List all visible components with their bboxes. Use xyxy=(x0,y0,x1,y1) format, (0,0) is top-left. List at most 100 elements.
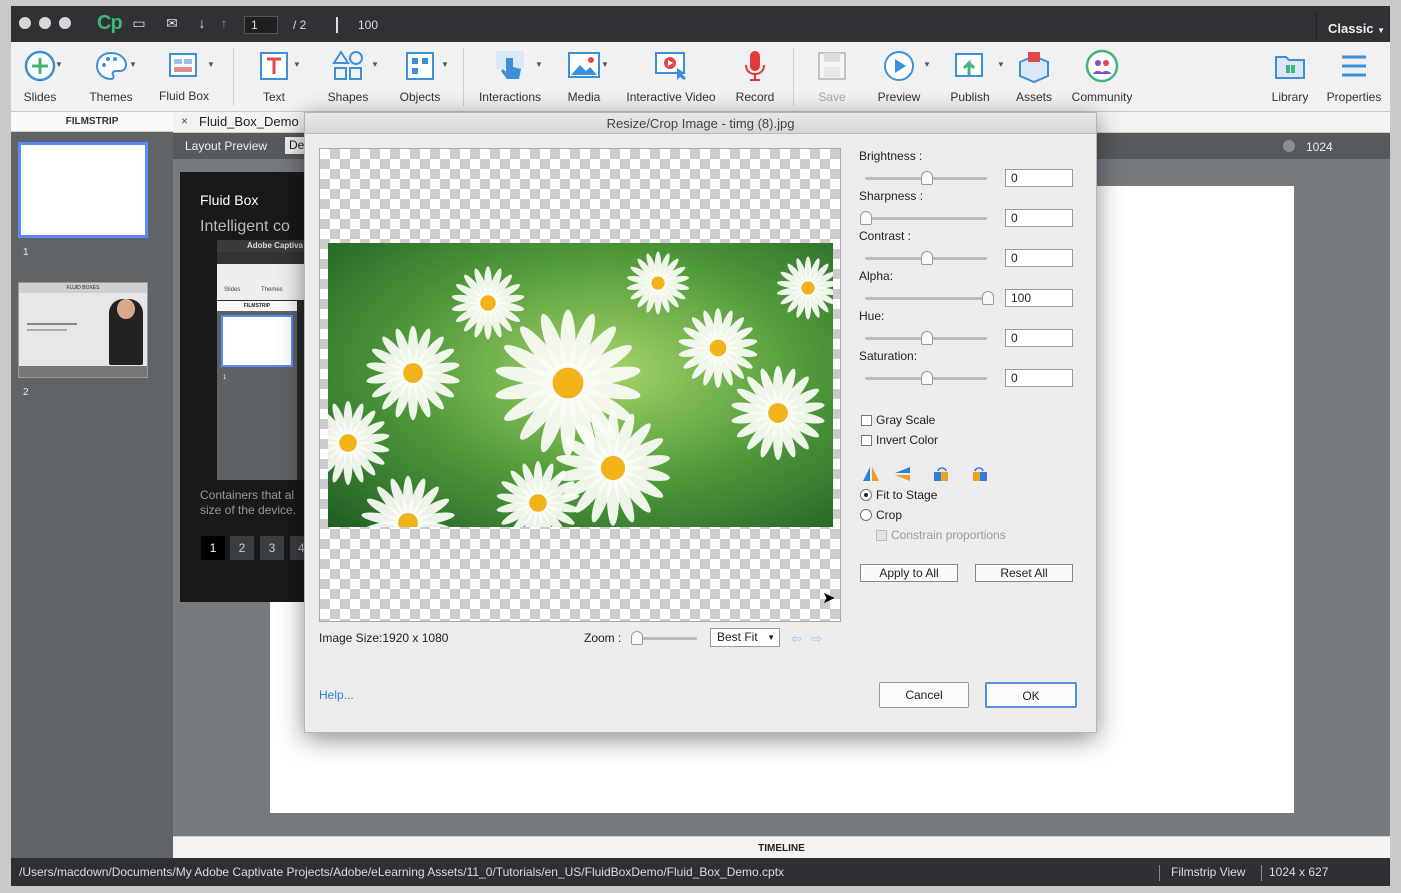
arrow-up-icon[interactable]: ↑ xyxy=(216,15,232,31)
zoom-select[interactable]: Best Fit ▼ xyxy=(710,628,780,647)
zoom-window-button[interactable] xyxy=(59,17,71,29)
gray-scale-label: Gray Scale xyxy=(876,413,936,427)
gray-scale-checkbox[interactable] xyxy=(861,415,872,426)
title-bar: Cp ▭ ✉ ↓ ↑ 1 / 2 100 Classic ▼ xyxy=(11,6,1390,48)
flip-vertical-icon[interactable] xyxy=(893,466,911,482)
arrow-left-icon[interactable]: ⇦ xyxy=(791,631,802,647)
slide-thumbnail-2[interactable]: FLUID BOXES xyxy=(18,282,148,378)
adjust-label: Brightness : xyxy=(859,149,923,163)
adjust-slider-thumb[interactable] xyxy=(921,171,933,185)
close-window-button[interactable] xyxy=(19,17,31,29)
properties-icon xyxy=(1342,55,1366,77)
arrow-down-icon[interactable]: ↓ xyxy=(194,15,210,31)
adjust-slider-track[interactable] xyxy=(865,297,987,300)
arrow-right-icon[interactable]: ⇨ xyxy=(811,631,822,647)
library-button[interactable]: Library xyxy=(1267,42,1313,112)
adjust-slider-thumb[interactable] xyxy=(921,331,933,345)
filmstrip-panel: 1 FLUID BOXES 2 xyxy=(11,132,173,858)
adjust-value-field[interactable]: 0 xyxy=(1005,369,1073,387)
community-button[interactable]: Community xyxy=(1067,42,1137,112)
themes-label: Themes xyxy=(89,90,133,104)
cancel-button[interactable]: Cancel xyxy=(879,682,969,708)
publish-button[interactable]: Publish ▼ xyxy=(943,42,1005,112)
interactions-label: Interactions xyxy=(478,90,542,104)
preview-button[interactable]: Preview ▼ xyxy=(873,42,931,112)
text-button[interactable]: Text ▼ xyxy=(249,42,301,112)
media-button[interactable]: Media ▼ xyxy=(559,42,609,112)
image-icon xyxy=(568,52,600,78)
shapes-button[interactable]: Shapes ▼ xyxy=(321,42,379,112)
invert-color-checkbox[interactable] xyxy=(861,435,872,446)
plus-circle-icon xyxy=(24,50,56,82)
adjust-value-field[interactable]: 0 xyxy=(1005,329,1073,347)
fluid-box-button[interactable]: Fluid Box ▼ xyxy=(153,42,215,112)
slide-body-line: size of the device. xyxy=(200,503,297,517)
save-button[interactable]: Save xyxy=(809,42,855,112)
interactions-button[interactable]: Interactions ▼ xyxy=(475,42,545,112)
captivate-logo: Cp xyxy=(97,12,123,34)
zoom-value[interactable]: 100 xyxy=(358,18,378,32)
tab-fluid-box-demo[interactable]: Fluid_Box_Demo xyxy=(199,114,299,129)
adjust-slider-thumb[interactable] xyxy=(982,291,994,305)
mouse-cursor-icon: ➤ xyxy=(822,590,836,607)
adjust-label: Saturation: xyxy=(859,349,918,363)
slide-title: Fluid Box xyxy=(200,192,259,208)
slide-thumbnail-1[interactable] xyxy=(18,142,148,238)
adjust-slider-thumb[interactable] xyxy=(921,371,933,385)
current-slide-field[interactable]: 1 xyxy=(244,16,278,34)
device-tab[interactable]: De xyxy=(285,137,305,154)
video-icon xyxy=(655,52,686,80)
play-icon xyxy=(884,51,914,81)
objects-button[interactable]: Objects ▼ xyxy=(393,42,449,112)
adjust-slider-thumb[interactable] xyxy=(860,211,872,225)
timeline-panel[interactable]: TIMELINE xyxy=(173,836,1390,858)
crop-radio[interactable] xyxy=(860,509,872,521)
adjust-value-field[interactable]: 0 xyxy=(1005,169,1073,187)
status-divider xyxy=(1261,865,1262,881)
apply-to-all-button[interactable]: Apply to All xyxy=(860,564,958,582)
slides-button[interactable]: Slides ▼ xyxy=(11,42,69,112)
minimize-window-button[interactable] xyxy=(39,17,51,29)
image-preview-canvas[interactable] xyxy=(319,148,841,622)
assets-button[interactable]: Assets xyxy=(1011,42,1057,112)
interactive-video-button[interactable]: Interactive Video xyxy=(623,42,719,112)
adjust-slider-thumb[interactable] xyxy=(921,251,933,265)
image-size-text: Image Size:1920 x 1080 xyxy=(319,631,449,645)
chevron-down-icon: ▼ xyxy=(207,60,215,69)
flip-horizontal-icon[interactable] xyxy=(862,466,880,482)
preview-window-icon[interactable]: ▭ xyxy=(131,15,147,31)
stage-width-handle[interactable] xyxy=(1283,140,1295,152)
adjust-value-field[interactable]: 100 xyxy=(1005,289,1073,307)
reset-all-button[interactable]: Reset All xyxy=(975,564,1073,582)
ok-button[interactable]: OK xyxy=(985,682,1077,708)
chevron-down-icon: ▼ xyxy=(293,60,301,69)
close-tab-icon[interactable]: × xyxy=(181,114,188,128)
rotate-right-icon[interactable] xyxy=(971,466,989,482)
adjust-value-field[interactable]: 0 xyxy=(1005,209,1073,227)
help-link[interactable]: Help... xyxy=(319,688,354,702)
page-2-button[interactable]: 2 xyxy=(230,536,254,560)
mail-icon[interactable]: ✉ xyxy=(164,15,180,31)
layout-preview-button[interactable]: Layout Preview xyxy=(185,139,267,153)
page-1-button[interactable]: 1 xyxy=(201,536,225,560)
daisy-photo[interactable] xyxy=(328,243,833,527)
themes-button[interactable]: Themes ▼ xyxy=(81,42,141,112)
record-button[interactable]: Record xyxy=(731,42,779,112)
fit-to-stage-radio[interactable] xyxy=(860,489,872,501)
save-icon xyxy=(818,52,846,80)
zoom-slider-thumb[interactable] xyxy=(631,631,643,645)
view-mode[interactable]: Filmstrip View xyxy=(1171,858,1245,886)
constrain-proportions-checkbox[interactable] xyxy=(876,530,887,541)
microphone-icon xyxy=(745,51,765,81)
fit-to-stage-label: Fit to Stage xyxy=(876,488,938,502)
stage-size: 1024 x 627 xyxy=(1269,865,1329,879)
thumbnail-title: FLUID BOXES xyxy=(19,283,147,293)
adjust-value-field[interactable]: 0 xyxy=(1005,249,1073,267)
adjust-slider-track[interactable] xyxy=(865,217,987,220)
properties-button[interactable]: Properties xyxy=(1323,42,1385,112)
embedded-slide-number: 1 xyxy=(223,375,227,381)
page-3-button[interactable]: 3 xyxy=(260,536,284,560)
rotate-left-icon[interactable] xyxy=(932,466,950,482)
embedded-titlebar xyxy=(217,252,308,264)
chevron-down-icon: ▼ xyxy=(55,60,63,69)
